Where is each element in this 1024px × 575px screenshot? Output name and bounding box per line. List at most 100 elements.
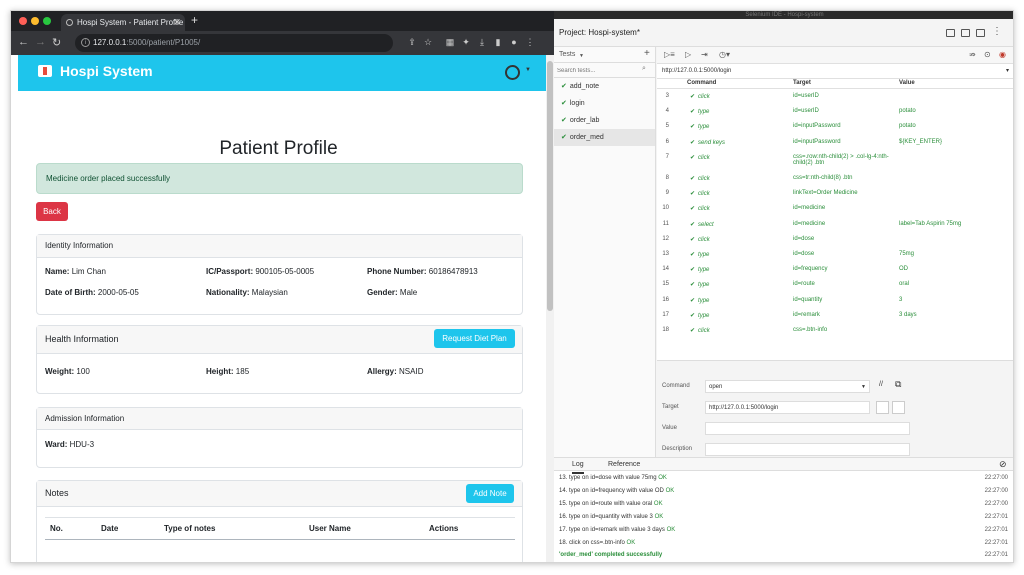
open-project-icon[interactable] [961,29,970,37]
test-item-login[interactable]: ✔ login [554,95,655,112]
bookmark-star-icon[interactable]: ☆ [423,37,433,47]
search-tests-input[interactable] [557,65,649,76]
command-row[interactable]: 9 ✔ click linkText=Order Medicine [657,186,1013,201]
command-row[interactable]: 3 ✔ click id=userID [657,89,1013,104]
app-brand[interactable]: Hospi System [38,63,153,79]
check-icon: ✔ [690,297,696,304]
command-row[interactable]: 4 ✔ type id=userID potato [657,104,1013,119]
disable-breakpoints-icon[interactable]: ⇏ [969,50,976,59]
ward-field: Ward: HDU-3 [45,440,94,449]
new-project-icon[interactable] [946,29,955,37]
row-value: label=Tab Aspirin 75mg [899,220,962,227]
download-icon[interactable]: ⤓ [477,37,487,47]
request-diet-plan-button[interactable]: Request Diet Plan [434,329,515,348]
test-item-order-med[interactable]: ✔ order_med [554,129,655,146]
pause-on-exceptions-icon[interactable]: ⊙ [984,50,991,59]
command-row[interactable]: 6 ✔ send keys id=inputPassword ${KEY_ENTER} [657,135,1013,150]
row-command: ✔ type [690,123,709,130]
command-row[interactable]: 14 ✔ type id=frequency OD [657,262,1013,277]
success-alert: Medicine order placed successfully [36,163,523,194]
speed-icon[interactable]: ◷▾ [719,50,730,59]
select-target-icon[interactable] [876,401,889,414]
new-tab-icon[interactable]: + [191,13,198,27]
site-info-icon[interactable]: i [81,38,90,47]
profile-icon[interactable]: ● [509,37,519,47]
back-arrow-icon[interactable]: ← [18,36,29,48]
row-command-text: click [698,236,710,243]
command-row[interactable]: 5 ✔ type id=inputPassword potato [657,119,1013,134]
chevron-down-icon[interactable]: ▼ [861,381,866,393]
row-target: id=inputPassword [793,123,841,130]
url-input[interactable]: i 127.0.0.1:5000/patient/P1005/ [75,34,393,52]
reload-icon[interactable]: ↻ [52,36,61,49]
command-row[interactable]: 7 ✔ click css=.row:nth-child(2) > .col-lg-4… [657,150,1013,166]
base-url-select[interactable]: http://127.0.0.1:5000/login ▾ [657,64,1013,79]
extension-icon[interactable]: ▦ [445,37,455,47]
row-number: 11 [662,220,669,227]
log-time: 22:27:01 [984,513,1008,520]
browser-menu-icon[interactable]: ⋮ [525,37,535,47]
user-avatar-icon[interactable] [505,65,520,80]
row-command-text: send keys [698,139,726,146]
command-row[interactable]: 15 ✔ type id=route oral [657,277,1013,292]
add-note-button[interactable]: Add Note [466,484,514,503]
command-row[interactable]: 16 ✔ type id=quantity 3 [657,293,1013,308]
run-all-tests-icon[interactable]: ▷≡ [664,50,675,59]
puzzle-icon[interactable]: ✦ [461,37,471,47]
minimize-window-button[interactable] [31,17,39,25]
tab-reference[interactable]: Reference [608,461,640,468]
command-row[interactable]: 11 ✔ select id=medicine label=Tab Aspirin 75… [657,217,1013,232]
log-status: OK [654,513,664,520]
target-input[interactable]: http://127.0.0.1:5000/login [705,401,870,414]
table-top-border [45,517,515,518]
command-input[interactable]: open ▼ [705,380,870,393]
close-window-button[interactable] [19,17,27,25]
command-row[interactable]: 17 ✔ type id=remark 3 days [657,308,1013,323]
documentation-icon[interactable]: ⧉ [895,379,901,390]
chevron-down-icon[interactable]: ▼ [525,67,531,73]
toggle-comment-icon[interactable]: // [879,381,883,388]
row-command: ✔ type [690,266,709,273]
check-icon: ✔ [561,117,567,124]
row-command-text: select [698,221,714,228]
project-title: Project: Hospi-system* [559,28,640,37]
back-button[interactable]: Back [36,202,68,221]
maximize-window-button[interactable] [43,17,51,25]
row-command: ✔ click [690,175,710,182]
browser-tab[interactable]: Hospi System - Patient Profile ✕ [61,14,185,31]
check-icon: ✔ [690,221,696,228]
page-scrollbar[interactable] [546,55,554,562]
share-icon[interactable]: ⇪ [407,37,417,47]
clear-log-icon[interactable]: ⊘ [999,459,1007,470]
command-row[interactable]: 18 ✔ click css=.btn-info [657,323,1013,338]
tests-dropdown-caret-icon[interactable]: ▼ [579,53,584,59]
command-row[interactable]: 12 ✔ click id=dose [657,232,1013,247]
step-over-icon[interactable]: ⇥ [701,50,708,59]
forward-arrow-icon[interactable]: → [35,36,46,48]
description-input[interactable] [705,443,910,456]
test-item-order-lab[interactable]: ✔ order_lab [554,112,655,129]
nationality-label: Nationality: [206,288,250,297]
find-target-icon[interactable] [892,401,905,414]
scrollbar-thumb[interactable] [547,61,553,311]
command-row[interactable]: 8 ✔ click css=tr:nth-child(8) .btn [657,171,1013,186]
row-number: 3 [665,93,669,99]
tests-dropdown[interactable]: Tests [559,51,575,58]
run-test-icon[interactable]: ▷ [685,50,691,59]
value-input[interactable] [705,422,910,435]
command-row[interactable]: 10 ✔ click id=medicine [657,201,1013,216]
close-tab-icon[interactable]: ✕ [173,14,181,31]
nationality-value: Malaysian [251,288,288,297]
add-test-icon[interactable]: + [644,48,650,59]
chevron-down-icon[interactable]: ▾ [1006,64,1009,79]
notes-header: Notes Add Note [37,481,522,507]
test-item-add-note[interactable]: ✔ add_note [554,78,655,95]
log-message: 13. type on id=dose with value 75mg OK [559,475,667,481]
record-icon[interactable]: ◉ [999,50,1006,59]
log-message: 14. type on id=frequency with value OD O… [559,487,675,494]
log-message: 16. type on id=quantity with value 3 OK [559,513,664,520]
command-row[interactable]: 13 ✔ type id=dose 75mg [657,247,1013,262]
sidebar-icon[interactable]: ▮ [493,37,503,47]
more-options-icon[interactable]: ⋮ [992,26,1002,37]
save-project-icon[interactable] [976,29,985,37]
